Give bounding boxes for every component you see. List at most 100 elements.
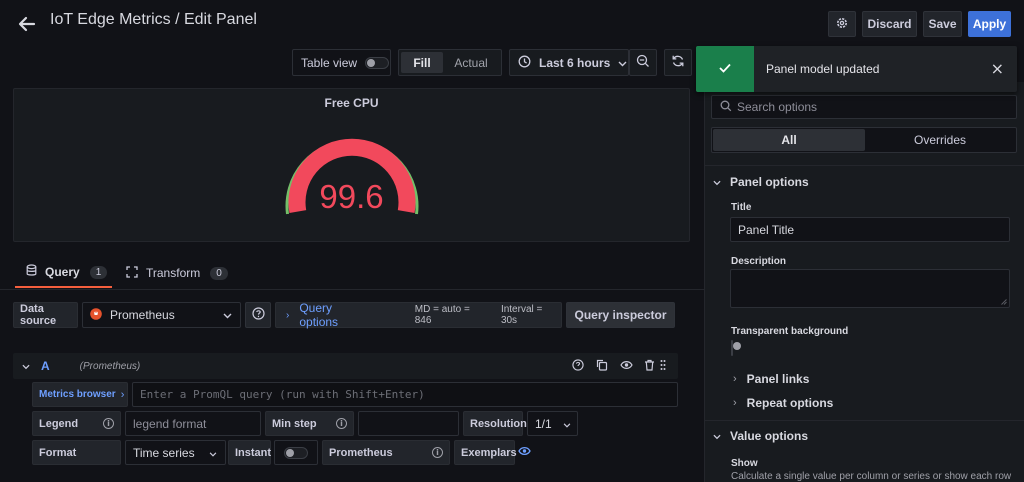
copy-icon[interactable] <box>596 359 620 374</box>
refresh-icon <box>671 54 685 71</box>
format-select[interactable]: Time series <box>125 440 226 465</box>
close-icon[interactable]: × <box>991 59 1004 78</box>
zoom-out-icon <box>636 54 650 71</box>
zoom-out-button[interactable] <box>629 49 657 76</box>
discard-button[interactable]: Discard <box>862 11 917 37</box>
metrics-browser-button[interactable]: Metrics browser › <box>32 382 128 407</box>
promql-query-input[interactable]: Enter a PromQL query (run with Shift+Ent… <box>132 382 678 407</box>
chevron-right-icon: › <box>286 309 290 321</box>
search-options-input[interactable]: Search options <box>711 95 1017 119</box>
title-value: Panel Title <box>738 222 795 237</box>
tab-query-label: Query <box>45 265 80 279</box>
query-options-label: Query options <box>299 301 339 329</box>
show-label: Show <box>731 458 758 469</box>
query-options-bar[interactable]: › Query options MD = auto = 846 Interval… <box>275 301 562 329</box>
exemplars-toggle[interactable] <box>516 444 532 460</box>
apply-button[interactable]: Apply <box>968 11 1011 37</box>
tab-overrides[interactable]: Overrides <box>865 129 1015 151</box>
chevron-down-icon[interactable] <box>22 359 30 373</box>
prometheus-type-label: Prometheus <box>329 446 393 459</box>
description-label: Description <box>731 256 787 267</box>
actual-option[interactable]: Actual <box>443 52 499 73</box>
chevron-down-icon <box>713 175 721 189</box>
options-divider <box>705 165 1024 166</box>
resolution-label: Resolution <box>463 411 527 436</box>
save-button[interactable]: Save <box>923 11 962 37</box>
tab-transform-count: 0 <box>210 266 228 280</box>
toast-message: Panel model updated <box>766 62 880 76</box>
show-description: Calculate a single value per column or s… <box>731 471 1012 482</box>
options-tabs: All Overrides <box>711 127 1017 153</box>
question-circle-icon[interactable] <box>572 358 596 374</box>
toast-check-box <box>696 46 754 92</box>
fill-actual-group: Fill Actual <box>398 49 502 76</box>
panel-preview: Free CPU 99.6 <box>13 88 690 242</box>
chevron-down-icon <box>713 429 721 443</box>
datasource-picker[interactable]: Prometheus <box>82 302 241 328</box>
min-step-label-box: Min step i <box>265 411 354 436</box>
title-input[interactable]: Panel Title <box>730 217 1010 242</box>
transparent-background-label: Transparent background <box>731 326 849 337</box>
tab-all[interactable]: All <box>713 129 865 151</box>
search-options-placeholder: Search options <box>737 100 818 114</box>
format-label: Format <box>32 440 121 465</box>
settings-button[interactable] <box>828 11 856 37</box>
trash-icon[interactable] <box>644 359 660 374</box>
panel-options-section[interactable]: Panel options <box>713 174 809 190</box>
value-options-section[interactable]: Value options <box>713 428 808 444</box>
chevron-down-icon <box>209 446 217 460</box>
table-view-label: Table view <box>301 55 358 70</box>
table-view-switch[interactable] <box>365 56 390 69</box>
chevron-down-icon <box>618 56 627 70</box>
repeat-options-section[interactable]: › Repeat options <box>733 395 833 411</box>
chevron-right-icon: › <box>120 388 125 401</box>
resolution-value: 1/1 <box>535 416 552 431</box>
max-data-points: MD = auto = 846 <box>414 304 470 326</box>
instant-toggle[interactable] <box>274 440 318 465</box>
drag-handle-icon[interactable] <box>660 359 670 374</box>
tab-query[interactable]: Query 1 <box>15 258 112 288</box>
chevron-down-icon <box>563 417 571 431</box>
format-value: Time series <box>133 445 195 460</box>
query-ref-id[interactable]: A <box>41 359 50 373</box>
clock-icon <box>518 55 531 71</box>
description-textarea[interactable] <box>730 269 1010 308</box>
datasource-help-button[interactable] <box>245 302 271 328</box>
legend-format-input[interactable]: legend format <box>125 411 261 436</box>
panel-options-label: Panel options <box>730 175 809 189</box>
tab-transform-label: Transform <box>146 266 201 280</box>
panel-links-label: Panel links <box>746 372 810 386</box>
question-circle-icon <box>251 307 265 323</box>
query-source: (Prometheus) <box>79 360 141 372</box>
back-arrow-icon[interactable] <box>16 13 38 35</box>
refresh-button[interactable] <box>664 49 692 76</box>
transparent-background-switch[interactable] <box>731 340 733 356</box>
value-options-label: Value options <box>730 429 809 443</box>
tabs-divider <box>0 289 704 290</box>
info-circle-icon: i <box>432 447 443 458</box>
query-inspector-button[interactable]: Query inspector <box>566 302 675 328</box>
database-icon <box>26 264 37 280</box>
table-view-toggle[interactable]: Table view <box>292 49 391 76</box>
datasource-selected: Prometheus <box>110 308 175 322</box>
fill-option[interactable]: Fill <box>401 52 443 73</box>
prometheus-icon <box>90 307 102 323</box>
resolution-select[interactable]: 1/1 <box>527 411 578 436</box>
exemplars-label: Exemplars <box>454 440 517 465</box>
datasource-label: Data source <box>13 302 78 328</box>
gauge-value: 99.6 <box>319 178 384 215</box>
time-range-picker[interactable]: Last 6 hours <box>509 49 629 76</box>
page-title: IoT Edge Metrics / Edit Panel <box>50 11 257 28</box>
resize-handle-icon[interactable] <box>1001 299 1007 305</box>
min-step-input[interactable] <box>358 411 459 436</box>
instant-switch[interactable] <box>284 446 308 459</box>
panel-links-section[interactable]: › Panel links <box>733 371 809 387</box>
tab-transform[interactable]: Transform 0 <box>126 258 228 288</box>
gear-icon <box>835 16 849 33</box>
search-icon <box>720 100 732 115</box>
eye-icon[interactable] <box>620 359 644 373</box>
eye-icon <box>517 445 531 459</box>
legend-label-box: Legend i <box>32 411 121 436</box>
legend-label: Legend <box>39 417 79 430</box>
instant-label: Instant <box>228 440 271 465</box>
